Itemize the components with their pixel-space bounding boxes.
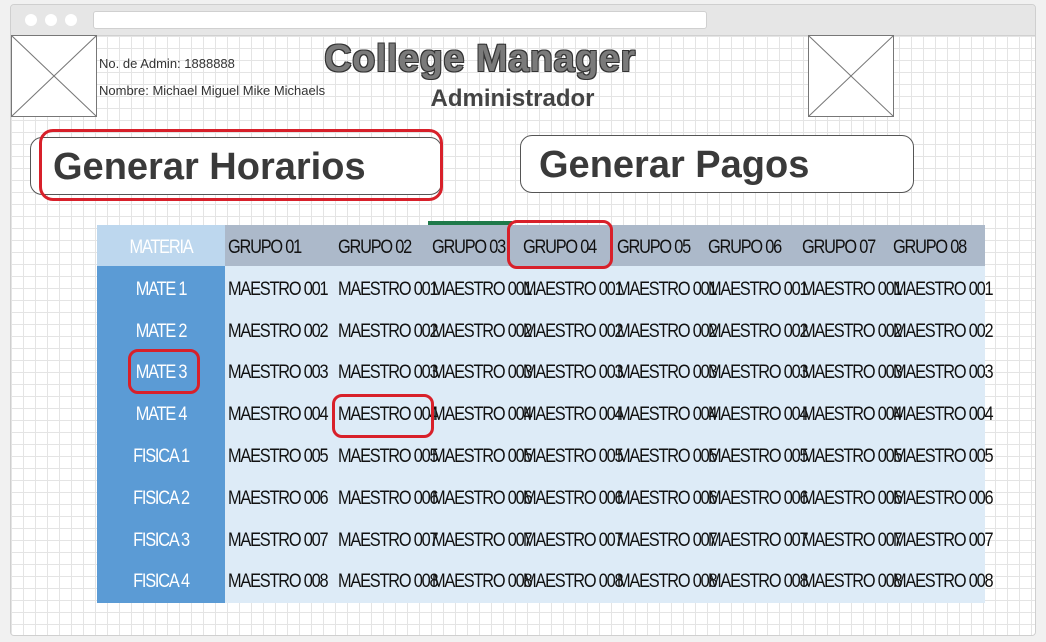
window-control-dot[interactable]	[25, 14, 37, 26]
teacher-cell[interactable]: MAESTRO 008	[228, 561, 329, 602]
teacher-cell[interactable]: MAESTRO 007	[432, 520, 533, 561]
teacher-cell[interactable]: MAESTRO 004	[617, 394, 718, 435]
teacher-cell[interactable]: MAESTRO 005	[523, 436, 624, 477]
group-header-5[interactable]: GRUPO 05	[617, 227, 691, 268]
teacher-cell[interactable]: MAESTRO 005	[432, 436, 533, 477]
teacher-cell[interactable]: MAESTRO 005	[893, 436, 994, 477]
teacher-cell[interactable]: MAESTRO 005	[338, 436, 439, 477]
teacher-cell[interactable]: MAESTRO 001	[228, 269, 329, 310]
image-placeholder-icon	[808, 35, 894, 117]
subject-cell[interactable]: FISICA 3	[106, 520, 216, 561]
window-control-dot[interactable]	[45, 14, 57, 26]
group-header-4[interactable]: GRUPO 04	[523, 227, 597, 268]
teacher-cell[interactable]: MAESTRO 008	[523, 561, 624, 602]
teacher-cell[interactable]: MAESTRO 008	[617, 561, 718, 602]
teacher-cell[interactable]: MAESTRO 003	[338, 352, 439, 393]
teacher-cell[interactable]: MAESTRO 001	[338, 269, 439, 310]
group-header-2[interactable]: GRUPO 02	[338, 227, 412, 268]
subject-cell[interactable]: MATE 4	[106, 394, 216, 435]
generate-payments-button[interactable]: Generar Pagos	[520, 135, 914, 193]
teacher-cell[interactable]: MAESTRO 006	[708, 478, 809, 519]
teacher-cell[interactable]: MAESTRO 001	[432, 269, 533, 310]
teacher-cell[interactable]: MAESTRO 007	[708, 520, 809, 561]
teacher-cell[interactable]: MAESTRO 002	[802, 311, 903, 352]
subject-cell[interactable]: MATE 3	[106, 352, 216, 393]
teacher-cell[interactable]: MAESTRO 004	[802, 394, 903, 435]
teacher-cell[interactable]: MAESTRO 006	[893, 478, 994, 519]
teacher-cell[interactable]: MAESTRO 008	[432, 561, 533, 602]
teacher-cell[interactable]: MAESTRO 001	[617, 269, 718, 310]
app-title: College Manager	[324, 38, 636, 80]
teacher-cell[interactable]: MAESTRO 004	[893, 394, 994, 435]
teacher-cell[interactable]: MAESTRO 006	[432, 478, 533, 519]
teacher-cell[interactable]: MAESTRO 002	[228, 311, 329, 352]
subject-cell[interactable]: FISICA 2	[106, 478, 216, 519]
group-header-6[interactable]: GRUPO 06	[708, 227, 782, 268]
teacher-cell[interactable]: MAESTRO 007	[228, 520, 329, 561]
teacher-cell[interactable]: MAESTRO 007	[617, 520, 718, 561]
address-bar[interactable]	[93, 11, 707, 29]
teacher-cell[interactable]: MAESTRO 005	[802, 436, 903, 477]
teacher-cell[interactable]: MAESTRO 004	[228, 394, 329, 435]
teacher-cell[interactable]: MAESTRO 008	[802, 561, 903, 602]
role-subtitle: Administrador	[430, 85, 595, 112]
teacher-cell[interactable]: MAESTRO 002	[432, 311, 533, 352]
group-header-7[interactable]: GRUPO 07	[802, 227, 876, 268]
teacher-cell[interactable]: MAESTRO 003	[228, 352, 329, 393]
teacher-cell[interactable]: MAESTRO 006	[338, 478, 439, 519]
subject-cell[interactable]: FISICA 4	[106, 561, 216, 602]
teacher-cell[interactable]: MAESTRO 001	[893, 269, 994, 310]
generate-schedules-button[interactable]: Generar Horarios	[30, 137, 442, 195]
subject-cell[interactable]: MATE 2	[106, 311, 216, 352]
subject-header: MATERIA	[129, 237, 194, 258]
teacher-cell[interactable]: MAESTRO 003	[802, 352, 903, 393]
teacher-cell[interactable]: MAESTRO 002	[893, 311, 994, 352]
teacher-cell[interactable]: MAESTRO 004	[338, 394, 439, 435]
teacher-cell[interactable]: MAESTRO 007	[523, 520, 624, 561]
teacher-cell[interactable]: MAESTRO 007	[338, 520, 439, 561]
group-header-1[interactable]: GRUPO 01	[228, 227, 302, 268]
teacher-cell[interactable]: MAESTRO 004	[523, 394, 624, 435]
teacher-cell[interactable]: MAESTRO 008	[893, 561, 994, 602]
teacher-cell[interactable]: MAESTRO 004	[432, 394, 533, 435]
teacher-cell[interactable]: MAESTRO 001	[802, 269, 903, 310]
admin-number: No. de Admin: 1888888	[99, 56, 235, 71]
admin-name: Nombre: Michael Miguel Mike Michaels	[99, 83, 326, 98]
teacher-cell[interactable]: MAESTRO 007	[802, 520, 903, 561]
browser-toolbar	[11, 5, 1035, 36]
teacher-cell[interactable]: MAESTRO 001	[523, 269, 624, 310]
teacher-cell[interactable]: MAESTRO 004	[708, 394, 809, 435]
teacher-cell[interactable]: MAESTRO 006	[617, 478, 718, 519]
teacher-cell[interactable]: MAESTRO 008	[708, 561, 809, 602]
teacher-cell[interactable]: MAESTRO 006	[228, 478, 329, 519]
subject-cell[interactable]: FISICA 1	[106, 436, 216, 477]
subject-cell[interactable]: MATE 1	[106, 269, 216, 310]
image-placeholder-icon	[11, 35, 97, 117]
teacher-cell[interactable]: MAESTRO 003	[523, 352, 624, 393]
teacher-cell[interactable]: MAESTRO 006	[802, 478, 903, 519]
teacher-cell[interactable]: MAESTRO 002	[523, 311, 624, 352]
teacher-cell[interactable]: MAESTRO 006	[523, 478, 624, 519]
teacher-cell[interactable]: MAESTRO 002	[338, 311, 439, 352]
teacher-cell[interactable]: MAESTRO 003	[617, 352, 718, 393]
teacher-cell[interactable]: MAESTRO 003	[893, 352, 994, 393]
schedule-table: MATERIA GRUPO 01 GRUPO 02 GRUPO 03 GRUPO 04…	[97, 225, 994, 603]
teacher-cell[interactable]: MAESTRO 002	[708, 311, 809, 352]
teacher-cell[interactable]: MAESTRO 008	[338, 561, 439, 602]
teacher-cell[interactable]: MAESTRO 002	[617, 311, 718, 352]
teacher-cell[interactable]: MAESTRO 001	[708, 269, 809, 310]
window-control-dot[interactable]	[65, 14, 77, 26]
teacher-cell[interactable]: MAESTRO 005	[708, 436, 809, 477]
teacher-cell[interactable]: MAESTRO 007	[893, 520, 994, 561]
teacher-cell[interactable]: MAESTRO 005	[228, 436, 329, 477]
teacher-cell[interactable]: MAESTRO 003	[708, 352, 809, 393]
group-header-3[interactable]: GRUPO 03	[432, 227, 506, 268]
teacher-cell[interactable]: MAESTRO 005	[617, 436, 718, 477]
teacher-cell[interactable]: MAESTRO 003	[432, 352, 533, 393]
group-header-8[interactable]: GRUPO 08	[893, 227, 967, 268]
